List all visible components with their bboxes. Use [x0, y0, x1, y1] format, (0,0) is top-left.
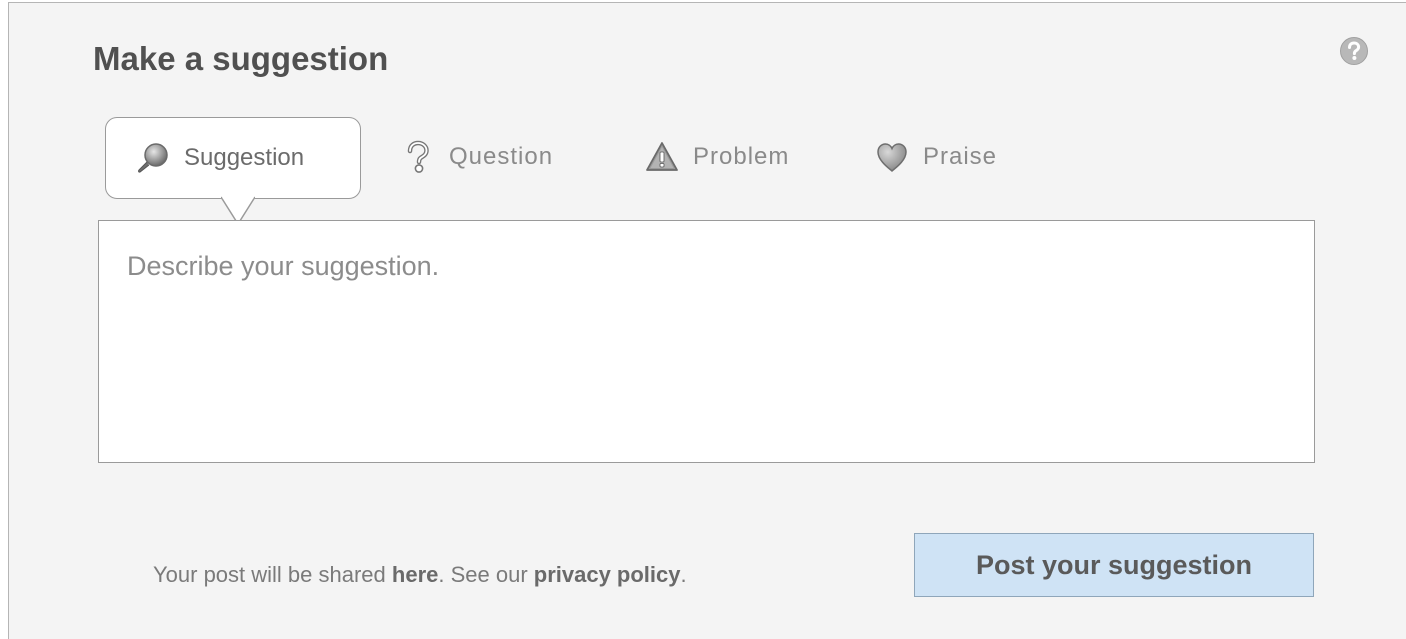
- tab-suggestion[interactable]: Suggestion: [105, 117, 361, 199]
- tab-problem[interactable]: Problem: [645, 117, 789, 197]
- post-type-tabs: Suggestion Question Problem Praise: [105, 117, 1105, 201]
- footer-note: Your post will be shared here. See our p…: [153, 560, 687, 590]
- footer-suffix: .: [680, 562, 687, 587]
- tab-question-label: Question: [449, 143, 554, 170]
- warning-triangle-icon: [646, 142, 678, 171]
- question-mark-icon: [407, 140, 429, 173]
- tab-question[interactable]: Question: [401, 117, 553, 197]
- footer-middle: . See our: [438, 562, 534, 587]
- heart-icon: [877, 143, 907, 173]
- here-link[interactable]: here: [392, 562, 438, 587]
- suggestion-panel: Make a suggestion Suggestion Question Pr…: [8, 2, 1406, 639]
- tab-praise[interactable]: Praise: [875, 117, 997, 197]
- suggestion-textarea[interactable]: [98, 220, 1315, 463]
- magnifier-icon: [137, 143, 168, 173]
- tab-suggestion-label: Suggestion: [184, 144, 305, 171]
- question-circle-icon[interactable]: [1339, 36, 1369, 66]
- tab-problem-label: Problem: [693, 143, 790, 170]
- tab-praise-label: Praise: [923, 143, 998, 170]
- privacy-policy-link[interactable]: privacy policy: [534, 562, 681, 587]
- page-title: Make a suggestion: [93, 40, 389, 77]
- footer-prefix: Your post will be shared: [153, 562, 392, 587]
- post-suggestion-button[interactable]: Post your suggestion: [914, 533, 1314, 597]
